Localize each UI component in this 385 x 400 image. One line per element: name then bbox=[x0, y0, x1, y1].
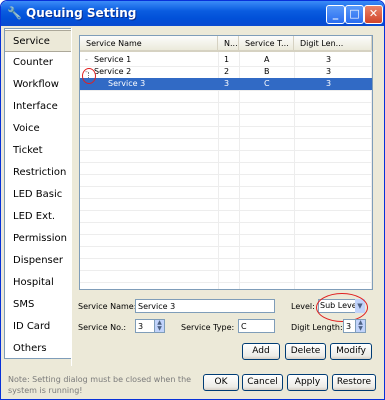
nav-item-others[interactable]: Others bbox=[5, 338, 71, 360]
service-number-cell: 1 bbox=[224, 55, 230, 64]
nav-item-id-card[interactable]: ID Card bbox=[5, 316, 71, 338]
service-no-input[interactable] bbox=[135, 319, 155, 333]
category-list: Service Counter Workflow Interface Voice… bbox=[4, 28, 72, 359]
nav-item-voice[interactable]: Voice bbox=[5, 118, 71, 140]
collapse-icon[interactable]: - bbox=[85, 54, 88, 66]
table-row-selected[interactable]: Service 3 3 C 3 bbox=[80, 78, 372, 90]
service-no-stepper[interactable]: ▲ ▼ bbox=[154, 319, 165, 333]
nav-item-hospital[interactable]: Hospital bbox=[5, 272, 71, 294]
nav-item-ticket[interactable]: Ticket bbox=[5, 140, 71, 162]
modify-button[interactable]: Modify bbox=[330, 343, 372, 360]
service-name-cell: Service 3 bbox=[108, 79, 146, 88]
service-type-cell: C bbox=[264, 79, 270, 88]
column-header-number[interactable]: N... bbox=[218, 36, 239, 52]
service-type-cell: B bbox=[264, 67, 270, 76]
table-row[interactable]: - Service 1 1 A 3 bbox=[80, 54, 372, 66]
delete-button[interactable]: Delete bbox=[285, 343, 326, 360]
service-panel: Service Name N... Service T... Digit Len… bbox=[71, 28, 380, 366]
level-label: Level: bbox=[291, 302, 315, 311]
level-select[interactable]: Sub Level ▼ bbox=[318, 299, 365, 313]
wrench-icon: 🔧 bbox=[7, 6, 22, 20]
service-name-input[interactable] bbox=[135, 299, 275, 313]
service-number-cell: 3 bbox=[224, 79, 230, 88]
nav-item-led-ext[interactable]: LED Ext. bbox=[5, 206, 71, 228]
cancel-button[interactable]: Cancel bbox=[242, 374, 283, 391]
nav-item-counter[interactable]: Counter bbox=[5, 52, 71, 74]
nav-item-led-basic[interactable]: LED Basic bbox=[5, 184, 71, 206]
add-button[interactable]: Add bbox=[242, 343, 280, 360]
service-no-label: Service No.: bbox=[78, 323, 127, 332]
digit-length-stepper[interactable]: ▲ ▼ bbox=[355, 319, 366, 333]
digit-length-cell: 3 bbox=[326, 55, 332, 64]
service-number-cell: 2 bbox=[224, 67, 230, 76]
close-icon[interactable]: ✕ bbox=[364, 5, 383, 24]
level-value: Sub Level bbox=[320, 301, 359, 310]
service-type-label: Service Type: bbox=[181, 323, 235, 332]
digit-length-cell: 3 bbox=[326, 67, 332, 76]
service-tree-table[interactable]: Service Name N... Service T... Digit Len… bbox=[79, 35, 373, 290]
service-type-input[interactable] bbox=[238, 319, 275, 333]
title-bar[interactable]: 🔧 Queuing Setting _ □ ✕ bbox=[1, 1, 384, 26]
chevron-down-icon[interactable]: ▼ bbox=[355, 299, 365, 313]
service-name-cell: Service 1 bbox=[94, 55, 132, 64]
column-header-service-name[interactable]: Service Name bbox=[80, 36, 218, 52]
restore-button[interactable]: Restore bbox=[332, 374, 376, 391]
window-title: Queuing Setting bbox=[26, 6, 137, 20]
minimize-icon[interactable]: _ bbox=[326, 5, 345, 24]
column-header-digit-length[interactable]: Digit Len... bbox=[294, 36, 372, 52]
status-note: Note: Setting dialog must be closed when… bbox=[8, 375, 192, 395]
nav-item-sms[interactable]: SMS bbox=[5, 294, 71, 316]
queuing-setting-window: 🔧 Queuing Setting _ □ ✕ Service Counter … bbox=[0, 0, 385, 400]
apply-button[interactable]: Apply bbox=[287, 374, 328, 391]
maximize-icon[interactable]: □ bbox=[345, 5, 364, 24]
digit-length-cell: 3 bbox=[326, 79, 332, 88]
ok-button[interactable]: OK bbox=[203, 374, 239, 391]
nav-item-restriction[interactable]: Restriction bbox=[5, 162, 71, 184]
nav-item-workflow[interactable]: Workflow bbox=[5, 74, 71, 96]
service-name-cell: Service 2 bbox=[94, 67, 132, 76]
digit-length-label: Digit Length: bbox=[291, 323, 343, 332]
service-name-label: Service Name: bbox=[78, 302, 137, 311]
column-header-service-type[interactable]: Service T... bbox=[239, 36, 294, 52]
nav-item-permission[interactable]: Permission bbox=[5, 228, 71, 250]
service-type-cell: A bbox=[264, 55, 270, 64]
nav-item-service[interactable]: Service bbox=[5, 30, 71, 52]
table-row[interactable]: - Service 2 2 B 3 bbox=[80, 66, 372, 78]
nav-item-dispenser[interactable]: Dispenser bbox=[5, 250, 71, 272]
nav-item-interface[interactable]: Interface bbox=[5, 96, 71, 118]
